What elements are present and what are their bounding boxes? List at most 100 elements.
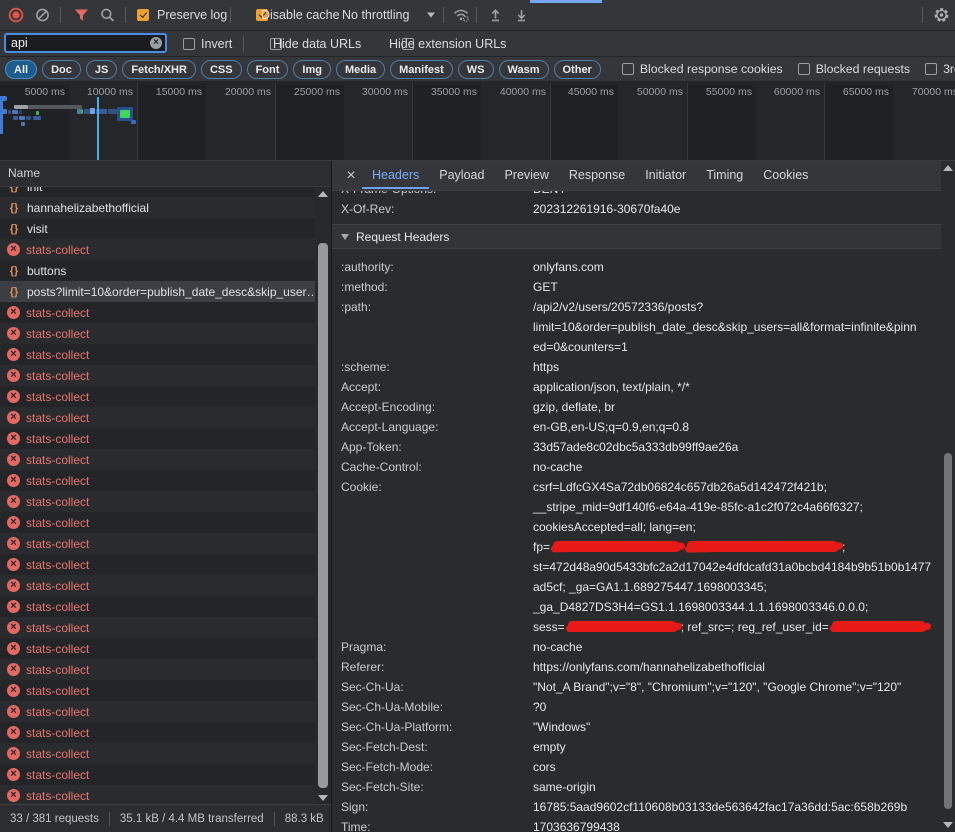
request-row[interactable]: ×stats-collect (0, 239, 331, 260)
preserve-log-checkbox[interactable] (137, 9, 149, 21)
timeline-overview[interactable]: 5000 ms10000 ms15000 ms20000 ms25000 ms3… (0, 83, 955, 161)
settings-gear-icon[interactable] (933, 7, 950, 24)
fetch-xhr-icon: {} (7, 286, 21, 298)
filter-chip-media[interactable]: Media (336, 60, 385, 79)
header-name: Pragma: (341, 637, 533, 657)
close-icon[interactable]: × (340, 167, 362, 185)
header-row: Cache-Control:no-cache (332, 457, 941, 477)
request-row[interactable]: ×stats-collect (0, 617, 331, 638)
record-icon[interactable] (8, 7, 24, 23)
tab-response[interactable]: Response (559, 162, 635, 189)
request-row[interactable]: ×stats-collect (0, 701, 331, 722)
request-row[interactable]: ×stats-collect (0, 680, 331, 701)
scroll-down-icon[interactable] (943, 822, 953, 828)
filter-chip-font[interactable]: Font (247, 60, 289, 79)
request-row[interactable]: ×stats-collect (0, 575, 331, 596)
name-column-header[interactable]: Name (0, 161, 331, 187)
fetch-xhr-icon: {} (7, 265, 21, 277)
clear-filter-icon[interactable]: × (150, 37, 162, 49)
request-row[interactable]: ×stats-collect (0, 302, 331, 323)
filter-chip-ws[interactable]: WS (458, 60, 494, 79)
header-name: Accept-Language: (341, 417, 533, 437)
header-value-text: gzip, deflate, br (533, 400, 615, 414)
request-row[interactable]: ×stats-collect (0, 449, 331, 470)
filter-funnel-icon[interactable] (74, 9, 89, 22)
tab-timing[interactable]: Timing (696, 162, 753, 189)
request-row[interactable]: ×stats-collect (0, 659, 331, 680)
header-value-line: cookiesAccepted=all; lang=en; (533, 517, 941, 537)
scroll-up-icon[interactable] (318, 191, 328, 197)
request-row[interactable]: ×stats-collect (0, 365, 331, 386)
request-row[interactable]: ×stats-collect (0, 428, 331, 449)
failed-request-icon: × (7, 600, 20, 613)
tab-initiator[interactable]: Initiator (635, 162, 696, 189)
timeline-tick-label: 65000 ms (821, 86, 889, 98)
network-conditions-icon[interactable] (452, 8, 471, 23)
request-row[interactable]: ×stats-collect (0, 407, 331, 428)
tab-preview[interactable]: Preview (494, 162, 558, 189)
timeline-cursor (97, 97, 99, 160)
request-row[interactable]: ×stats-collect (0, 491, 331, 512)
header-row: Sec-Fetch-Site:same-origin (332, 777, 941, 797)
overview-range-grip[interactable] (0, 96, 3, 134)
tab-cookies[interactable]: Cookies (753, 162, 818, 189)
chevron-down-icon[interactable] (427, 13, 435, 18)
checkbox-icon[interactable] (798, 63, 810, 75)
request-row[interactable]: {}posts?limit=10&order=publish_date_desc… (0, 281, 331, 302)
checkbox-icon[interactable] (925, 63, 937, 75)
request-name: stats-collect (26, 348, 331, 362)
request-row[interactable]: ×stats-collect (0, 323, 331, 344)
scroll-up-icon[interactable] (943, 165, 953, 171)
request-row[interactable]: ×stats-collect (0, 638, 331, 659)
request-row[interactable]: ×stats-collect (0, 344, 331, 365)
filter-chip-wasm[interactable]: Wasm (499, 60, 549, 79)
checkbox-icon[interactable] (622, 63, 634, 75)
request-row[interactable]: ×stats-collect (0, 764, 331, 785)
request-row[interactable]: ×stats-collect (0, 470, 331, 491)
search-icon[interactable] (100, 8, 115, 23)
filter-chip-manifest[interactable]: Manifest (390, 60, 453, 79)
filter-input[interactable] (4, 33, 167, 53)
request-row[interactable]: {}init (0, 187, 331, 197)
filter-chip-img[interactable]: Img (293, 60, 331, 79)
filter-chip-fetch-xhr[interactable]: Fetch/XHR (122, 60, 196, 79)
filter-chip-css[interactable]: CSS (201, 60, 242, 79)
import-har-icon[interactable] (488, 8, 503, 23)
scrollbar-thumb[interactable] (944, 453, 952, 809)
request-row[interactable]: {}hannahelizabethofficial (0, 197, 331, 218)
filter-chip-other[interactable]: Other (554, 60, 601, 79)
request-row[interactable]: ×stats-collect (0, 785, 331, 805)
request-row[interactable]: ×stats-collect (0, 743, 331, 764)
header-value-text: no-cache (533, 460, 582, 474)
request-row[interactable]: {}visit (0, 218, 331, 239)
invert-checkbox[interactable] (183, 38, 195, 50)
filter-chip-all[interactable]: All (5, 60, 37, 79)
scrollbar-thumb[interactable] (318, 243, 328, 788)
filter-chip-doc[interactable]: Doc (42, 60, 81, 79)
request-headers-section-header[interactable]: Request Headers (332, 225, 941, 249)
scroll-down-icon[interactable] (318, 795, 328, 801)
detail-scrollbar[interactable] (941, 161, 955, 832)
clear-icon[interactable] (35, 8, 50, 23)
export-har-icon[interactable] (514, 8, 529, 23)
request-row[interactable]: ×stats-collect (0, 533, 331, 554)
request-row[interactable]: ×stats-collect (0, 554, 331, 575)
tab-headers[interactable]: Headers (362, 162, 429, 189)
filter-chip-js[interactable]: JS (86, 60, 117, 79)
request-name: stats-collect (26, 411, 331, 425)
header-name: X-Frame-Options: (341, 191, 533, 199)
overview-range-grip-cap[interactable] (0, 96, 7, 101)
request-row[interactable]: {}buttons (0, 260, 331, 281)
request-row[interactable]: ×stats-collect (0, 386, 331, 407)
request-list-scrollbar[interactable] (315, 187, 331, 805)
request-row[interactable]: ×stats-collect (0, 512, 331, 533)
tab-payload[interactable]: Payload (429, 162, 494, 189)
header-name: Sec-Ch-Ua-Platform: (341, 717, 533, 737)
throttling-select[interactable]: No throttling (342, 8, 409, 22)
header-value-line: ad5cf; _ga=GA1.1.689275447.1698003345; (533, 577, 941, 597)
request-name: stats-collect (26, 390, 331, 404)
request-row[interactable]: ×stats-collect (0, 596, 331, 617)
status-divider (109, 812, 110, 826)
header-name: Cookie: (341, 477, 533, 497)
request-row[interactable]: ×stats-collect (0, 722, 331, 743)
